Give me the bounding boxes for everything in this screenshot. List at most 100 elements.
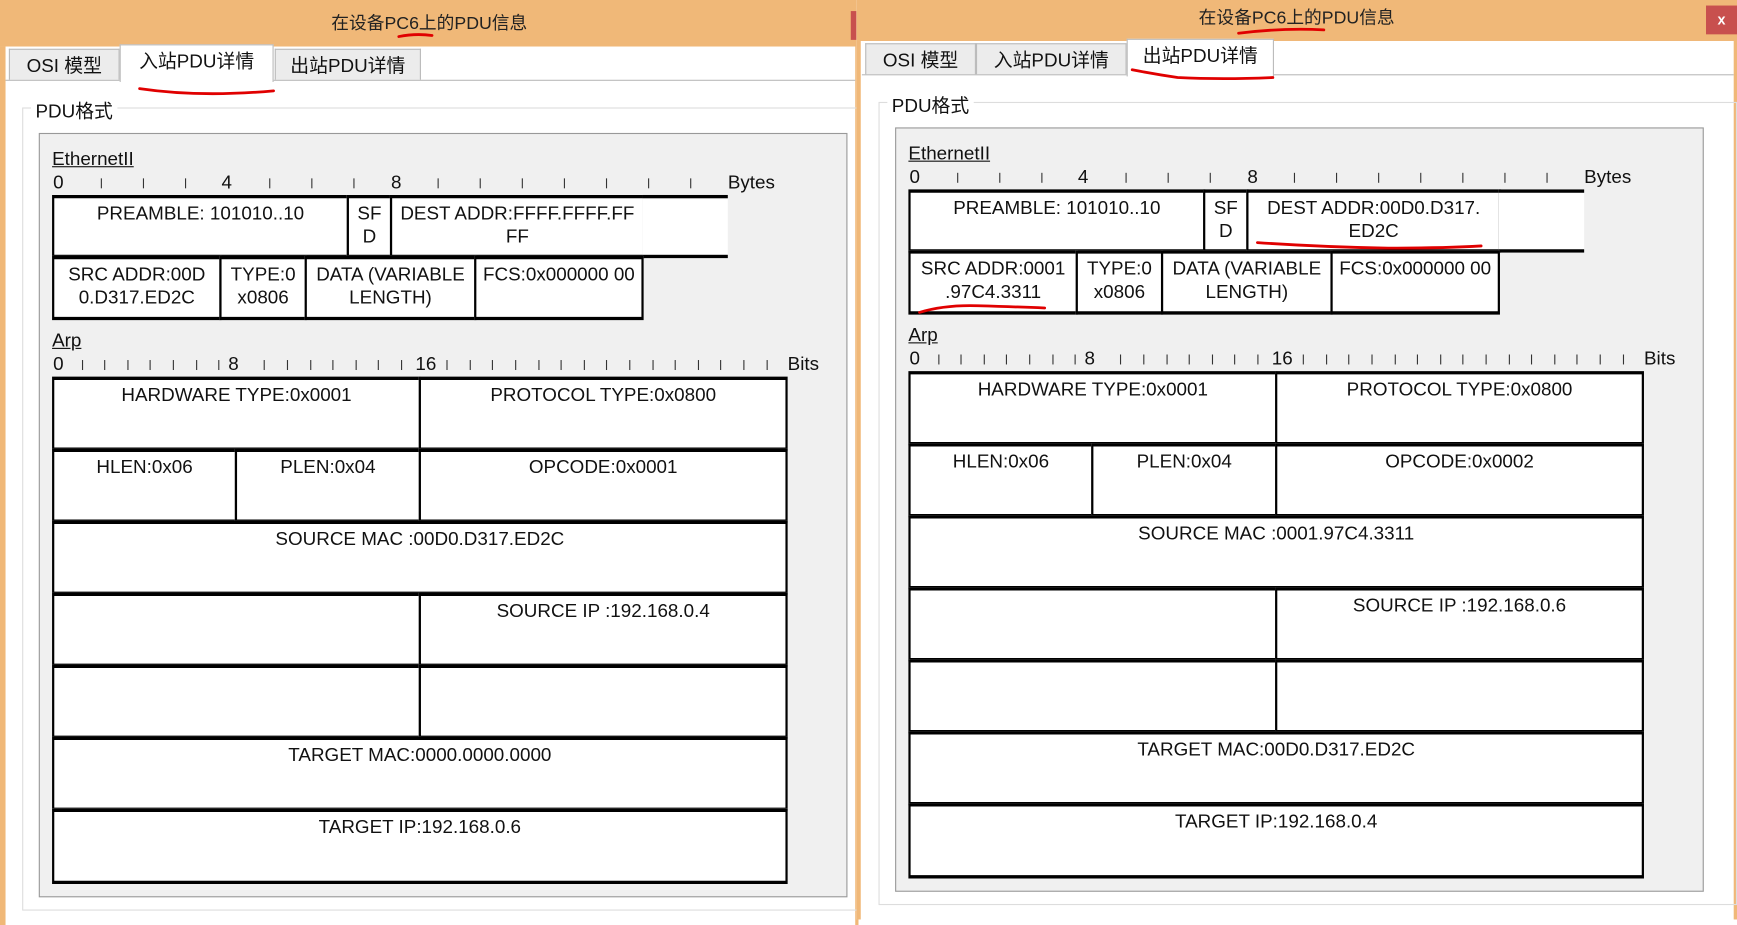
tab-outbound-pdu[interactable]: 出站PDU详情 <box>1126 38 1274 77</box>
byte-ruler-tick <box>100 178 102 189</box>
bit-ruler-tick <box>1188 354 1190 365</box>
preamble-field: PREAMBLE: 101010..10 <box>908 189 1206 253</box>
bit-ruler-tick <box>1508 354 1510 365</box>
source-ip-field: SOURCE IP :192.168.0.6 <box>1275 587 1644 662</box>
byte-ruler-tick <box>563 178 565 189</box>
bit-ruler-tick <box>560 360 562 371</box>
bit-ruler-tick <box>355 360 357 371</box>
byte-ruler-tick <box>1420 172 1422 183</box>
pdu-window-left: 在设备PC6上的PDU信息 OSI 模型 入站PDU详情 出站PDU详情 PDU格式 Et… <box>0 0 859 925</box>
byte-ruler-tick <box>957 172 959 183</box>
byte-ruler-tick <box>479 178 481 189</box>
bit-ruler-tick <box>218 360 220 371</box>
bit-ruler-tick <box>1394 354 1396 365</box>
bit-ruler-label: 8 <box>228 353 239 375</box>
byte-ruler-tick <box>1504 172 1506 183</box>
preamble-field: PREAMBLE: 101010..10 <box>52 194 349 259</box>
byte-ruler-tick <box>521 178 523 189</box>
target-mac-field <box>418 664 788 739</box>
bit-ruler-tick <box>104 360 106 371</box>
bit-ruler-tick <box>263 360 265 371</box>
bit-ruler-unit: Bits <box>1643 347 1676 369</box>
byte-ruler-tick <box>605 178 608 189</box>
tab-osi-model[interactable]: OSI 模型 <box>865 43 976 75</box>
bit-ruler-tick <box>583 360 585 371</box>
byte-ruler-label: 0 <box>53 171 64 193</box>
byte-ruler-tick <box>311 178 313 189</box>
bit-ruler-tick <box>172 360 174 371</box>
bit-ruler-tick <box>1005 354 1007 365</box>
type-field: TYPE:0 x0806 <box>219 255 307 321</box>
protocol-type-field: PROTOCOL TYPE:0x0800 <box>1275 371 1644 446</box>
byte-ruler-tick <box>1209 172 1211 183</box>
close-button[interactable]: x <box>1706 5 1737 35</box>
tab-inbound-pdu[interactable]: 入站PDU详情 <box>119 44 274 82</box>
bit-ruler-tick <box>1074 354 1076 365</box>
bit-ruler-tick <box>1326 354 1328 365</box>
byte-ruler-tick <box>1378 172 1380 183</box>
bit-ruler-tick <box>720 360 722 371</box>
bit-ruler-tick <box>491 360 493 371</box>
tab-divider <box>861 74 1734 76</box>
bit-ruler-tick <box>377 360 379 371</box>
byte-ruler-label: 4 <box>1077 166 1089 188</box>
bit-ruler-tick <box>332 360 334 371</box>
tab-osi-model[interactable]: OSI 模型 <box>8 48 120 80</box>
tab-outbound-pdu[interactable]: 出站PDU详情 <box>274 48 421 80</box>
bit-ruler-tick <box>127 360 129 371</box>
bit-ruler-tick <box>743 360 745 371</box>
bit-ruler-label: 8 <box>1084 347 1096 369</box>
source-ip-cont-field <box>908 659 1278 734</box>
bit-ruler-tick <box>1622 354 1625 365</box>
tab-inbound-pdu[interactable]: 入站PDU详情 <box>975 43 1127 75</box>
bit-ruler-tick <box>605 360 608 371</box>
bit-ruler-label: 16 <box>1271 347 1293 369</box>
hardware-type-field: HARDWARE TYPE:0x0001 <box>908 371 1278 446</box>
bit-ruler-tick <box>286 360 289 371</box>
padding-field <box>642 194 728 259</box>
dest-addr-field: DEST ADDR:FFFF.FFFF.FF FF <box>389 194 645 259</box>
bit-ruler-tick <box>1052 354 1054 365</box>
bit-ruler-tick <box>1166 354 1168 365</box>
byte-ruler-label: 8 <box>391 171 402 193</box>
bit-ruler-tick <box>766 360 768 371</box>
bit-ruler-tick <box>310 360 312 371</box>
target-ip-field: TARGET IP:192.168.0.6 <box>52 808 788 885</box>
bit-ruler-tick <box>1234 354 1236 365</box>
opcode-field: OPCODE:0x0002 <box>1275 443 1644 518</box>
opcode-field: OPCODE:0x0001 <box>418 448 788 523</box>
byte-ruler-tick <box>1125 172 1127 183</box>
byte-ruler-unit: Bytes <box>1584 166 1632 188</box>
byte-ruler-tick <box>1293 172 1296 183</box>
bit-ruler-tick <box>1348 354 1350 365</box>
data-field: DATA (VARIABLE LENGTH) <box>1160 250 1333 315</box>
bit-ruler-tick <box>149 360 151 371</box>
window-frame-left <box>856 40 861 920</box>
sfd-field: SF D <box>346 194 393 259</box>
source-mac-cont-field <box>908 587 1278 662</box>
protocol-type-field: PROTOCOL TYPE:0x0800 <box>418 376 788 451</box>
hardware-type-field: HARDWARE TYPE:0x0001 <box>52 376 421 451</box>
sfd-field: SF D <box>1203 189 1249 253</box>
arp-label[interactable]: Arp <box>52 330 81 352</box>
bit-ruler-tick <box>515 360 517 371</box>
padding-field <box>1498 189 1585 253</box>
screenshot-stage: 在设备PC6上的PDU信息 OSI 模型 入站PDU详情 出站PDU详情 PDU格式 Et… <box>0 0 1737 925</box>
ethernet-label[interactable]: EthernetII <box>52 148 134 170</box>
bit-ruler-tick <box>469 360 471 371</box>
bit-ruler-tick <box>652 360 654 371</box>
byte-ruler-unit: Bytes <box>727 171 775 193</box>
bit-ruler-tick <box>1530 354 1533 365</box>
hlen-field: HLEN:0x06 <box>52 448 238 523</box>
dest-addr-field: DEST ADDR:00D0.D317. ED2C <box>1246 189 1502 253</box>
type-field: TYPE:0 x0806 <box>1075 250 1164 315</box>
bit-ruler-tick <box>1485 354 1487 365</box>
ethernet-label[interactable]: EthernetII <box>908 143 990 165</box>
pdu-format-label: PDU格式 <box>887 89 974 118</box>
byte-ruler-tick <box>690 178 692 189</box>
arp-label[interactable]: Arp <box>908 325 937 347</box>
data-field: DATA (VARIABLE LENGTH) <box>304 255 477 321</box>
bit-ruler-label: 0 <box>53 353 64 375</box>
bit-ruler-tick <box>1143 354 1145 365</box>
byte-ruler-tick <box>648 178 650 189</box>
